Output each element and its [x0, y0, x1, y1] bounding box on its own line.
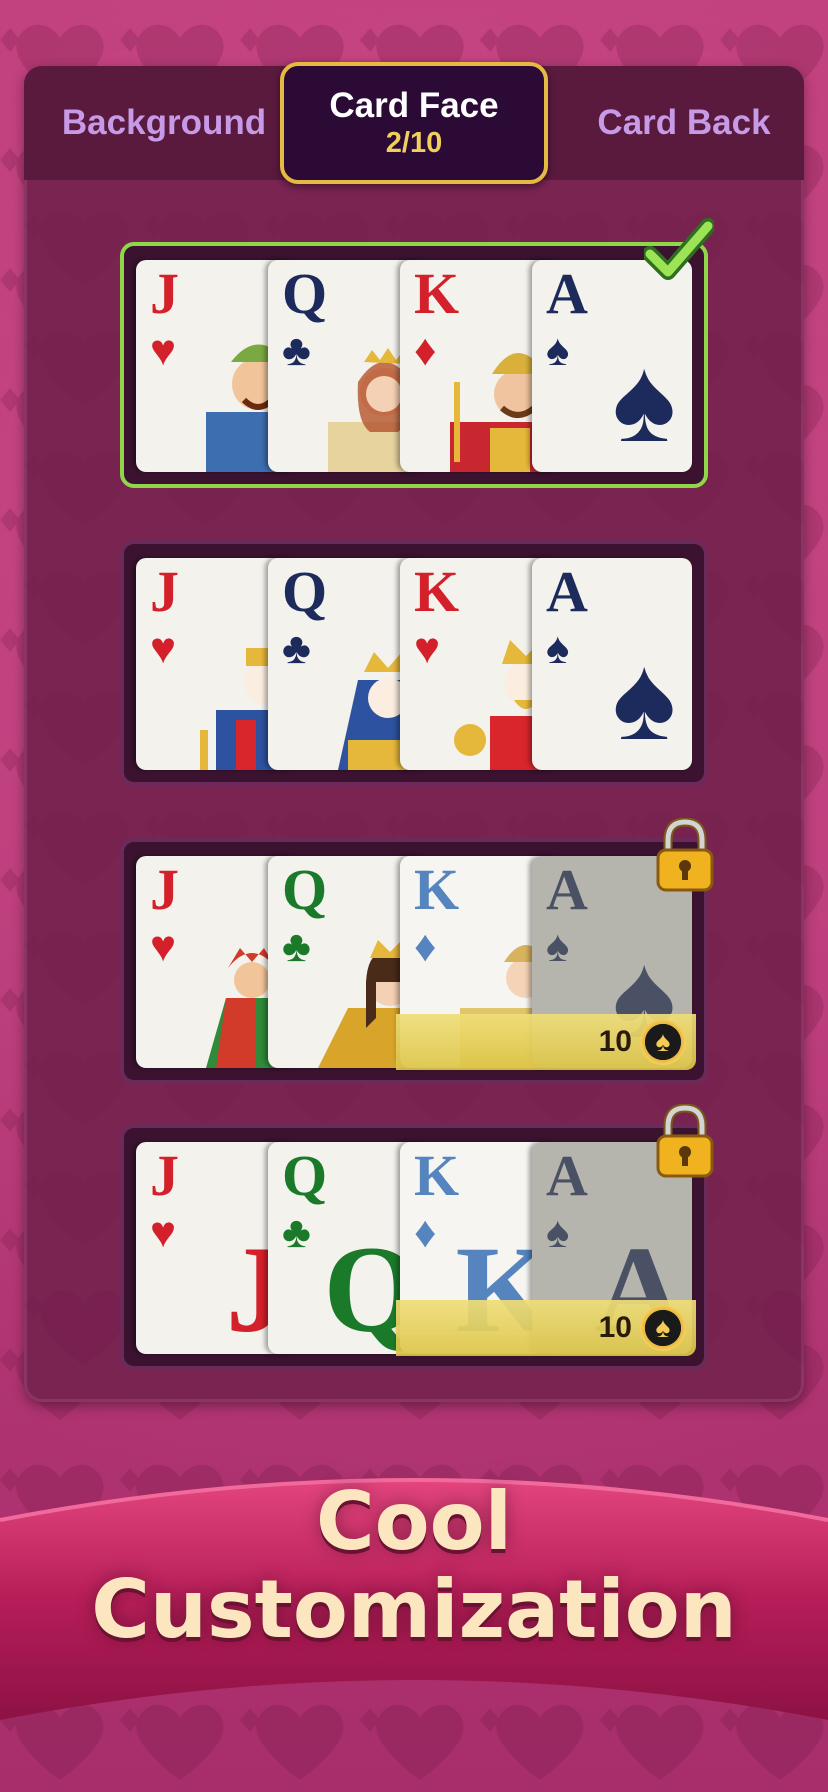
card-face-option-2[interactable]: J ♥ Q ♣ K ♥ A ♠ ♠	[120, 540, 708, 786]
banner-title-line-1: Cool	[315, 1475, 513, 1568]
card-rank: J	[150, 261, 179, 326]
spade-icon-large: ♠	[612, 333, 676, 467]
club-icon: ♣	[282, 326, 311, 375]
price-bar: 10 ♠	[396, 1300, 696, 1356]
heart-icon: ♥	[150, 922, 177, 971]
card-rank: A	[546, 559, 588, 624]
card-ace: A ♠ ♠	[532, 260, 692, 472]
banner-title-line-2: Customization	[91, 1563, 737, 1656]
club-icon: ♣	[282, 1208, 311, 1257]
checkmark-icon	[644, 218, 714, 280]
card-rank: Q	[282, 559, 328, 624]
card-rank: A	[546, 261, 588, 326]
tab-background[interactable]: Background	[44, 66, 284, 180]
club-icon: ♣	[282, 922, 311, 971]
card-preview: J ♥ Q ♣ K ♦	[136, 260, 696, 474]
card-rank: K	[414, 559, 460, 624]
card-rank: K	[414, 261, 460, 326]
card-ace: A ♠ ♠	[532, 558, 692, 770]
card-face-option-1[interactable]: J ♥ Q ♣ K ♦ A ♠ ♠	[120, 242, 708, 488]
spade-icon-large: ♠	[612, 631, 676, 765]
club-icon: ♣	[282, 624, 311, 673]
card-preview: J ♥ Q ♣ K ♥ A ♠ ♠	[136, 558, 696, 772]
card-face-option-3[interactable]: J ♥ Q ♣ K ♦ 10 ♠	[120, 838, 708, 1084]
spade-icon: ♠	[546, 326, 570, 375]
card-rank: J	[150, 559, 179, 624]
coin-icon: ♠	[640, 1305, 686, 1351]
coin-icon: ♠	[640, 1019, 686, 1065]
card-rank: J	[150, 857, 179, 922]
price-value: 10	[598, 1025, 632, 1058]
card-rank: Q	[282, 857, 328, 922]
price-value: 10	[598, 1311, 632, 1344]
heart-icon: ♥	[414, 624, 441, 673]
card-face-option-4[interactable]: J ♥ J Q ♣ Q K ♦ K A ♠ A 10 ♠	[120, 1124, 708, 1370]
tab-card-face[interactable]: Card Face 2/10	[280, 62, 548, 184]
diamond-icon: ♦	[414, 326, 437, 375]
price-bar: 10 ♠	[396, 1014, 696, 1070]
tab-card-back[interactable]: Card Back	[564, 66, 804, 180]
tab-card-face-count: 2/10	[385, 127, 443, 159]
card-rank: Q	[282, 261, 328, 326]
spade-icon: ♠	[546, 624, 570, 673]
heart-icon: ♥	[150, 1208, 177, 1257]
lock-icon	[656, 818, 714, 892]
tab-card-face-label: Card Face	[329, 86, 499, 125]
card-rank: Q	[282, 1143, 328, 1208]
lock-icon	[656, 1104, 714, 1178]
card-rank: J	[150, 1143, 179, 1208]
heart-icon: ♥	[150, 624, 177, 673]
heart-icon: ♥	[150, 326, 177, 375]
